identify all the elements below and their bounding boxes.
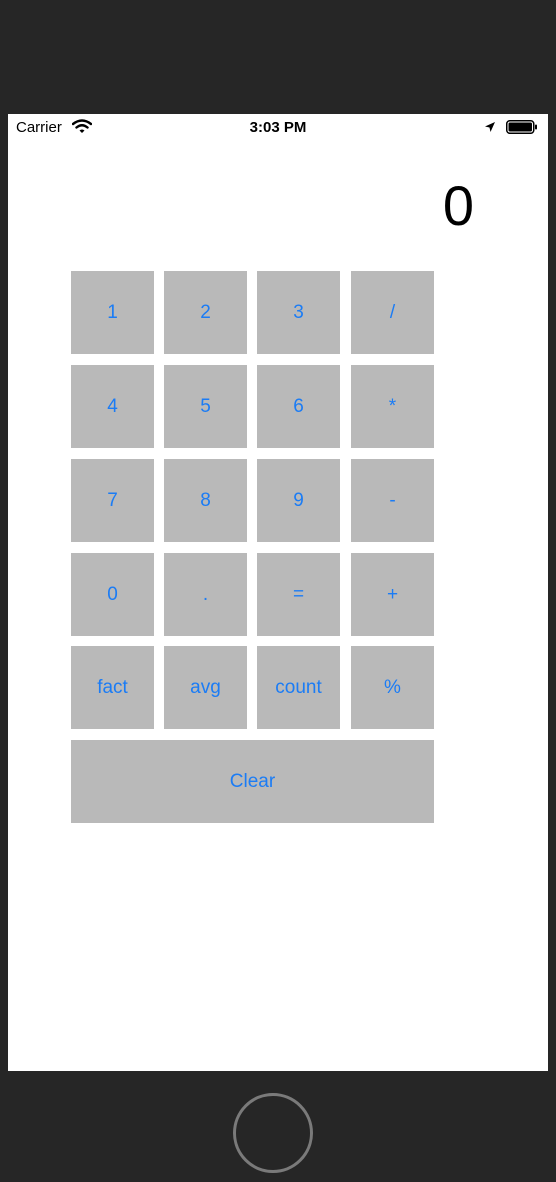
location-arrow-icon	[484, 120, 496, 137]
home-button[interactable]	[233, 1093, 313, 1173]
key-fact[interactable]: fact	[71, 646, 154, 729]
key-equals[interactable]: =	[257, 553, 340, 636]
key-count[interactable]: count	[257, 646, 340, 729]
key-1[interactable]: 1	[71, 271, 154, 354]
clear-button[interactable]: Clear	[71, 740, 434, 823]
key-divide[interactable]: /	[351, 271, 434, 354]
battery-icon	[506, 120, 538, 138]
status-bar: Carrier 3:03 PM	[8, 114, 548, 142]
key-5[interactable]: 5	[164, 365, 247, 448]
key-9[interactable]: 9	[257, 459, 340, 542]
key-2[interactable]: 2	[164, 271, 247, 354]
key-subtract[interactable]: -	[351, 459, 434, 542]
screen: Carrier 3:03 PM 0 1 2 3 / 4 5 6 * 7 8 9 …	[8, 114, 548, 1071]
key-percent[interactable]: %	[351, 646, 434, 729]
key-4[interactable]: 4	[71, 365, 154, 448]
key-3[interactable]: 3	[257, 271, 340, 354]
key-8[interactable]: 8	[164, 459, 247, 542]
key-multiply[interactable]: *	[351, 365, 434, 448]
calculator-display: 0	[442, 174, 474, 237]
key-avg[interactable]: avg	[164, 646, 247, 729]
key-7[interactable]: 7	[71, 459, 154, 542]
key-0[interactable]: 0	[71, 553, 154, 636]
status-time: 3:03 PM	[249, 119, 307, 136]
key-add[interactable]: +	[351, 553, 434, 636]
key-6[interactable]: 6	[257, 365, 340, 448]
key-decimal[interactable]: .	[164, 553, 247, 636]
